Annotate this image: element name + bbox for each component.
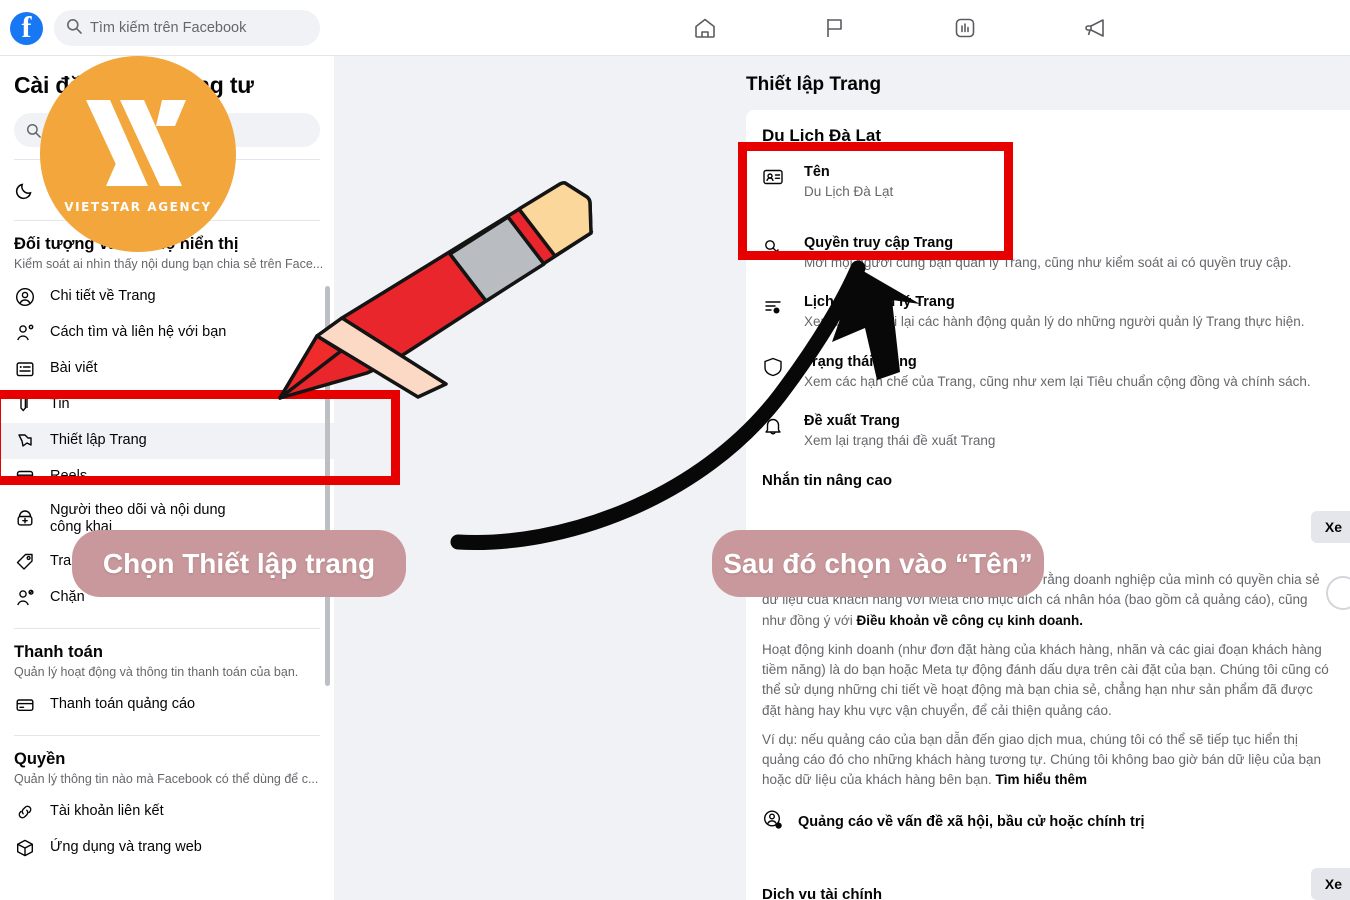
sidebar-item-label: Thanh toán quảng cáo (50, 696, 196, 713)
sidebar-item-label: Bài viết (50, 360, 98, 377)
settings-item-trang-thai-trang[interactable]: Trạng thái Trang Xem các hạn chế của Tra… (762, 354, 1334, 391)
learn-more-link[interactable]: Tìm hiểu thêm (995, 772, 1087, 787)
settings-item-title: Trạng thái Trang (804, 353, 917, 370)
moon-icon (14, 179, 36, 201)
settings-item-lich-su-quan-ly[interactable]: Lịch sử quản lý Trang Xem lịch sử ghi lạ… (762, 294, 1334, 331)
terms-link[interactable]: Điều khoản về công cụ kinh doanh. (856, 613, 1083, 628)
page-title: Thiết lập Trang (746, 74, 882, 95)
sidebar-item-label: Ứng dụng và trang web (50, 839, 202, 856)
sidebar-item-tai-khoan-lien-ket[interactable]: Tài khoản liên kết (0, 794, 334, 830)
sidebar-section-heading: Quyền (14, 749, 66, 768)
sidebar-section-subtext: Kiểm soát ai nhìn thấy nội dung bạn chia… (14, 257, 324, 271)
settings-item-title: Đề xuất Trang (804, 412, 900, 429)
callout-left: Chọn Thiết lập trang (72, 530, 406, 597)
vietstar-logo-icon (86, 100, 186, 186)
divider (14, 734, 320, 736)
search-input[interactable]: Tìm kiếm trên Facebook (54, 10, 320, 46)
tag-icon (14, 551, 36, 573)
watermark-text: VIETSTAR AGENCY (64, 200, 212, 214)
search-icon (66, 18, 82, 39)
sidebar-item-label: Chặn (50, 589, 85, 606)
search-placeholder-text: Tìm kiếm trên Facebook (90, 20, 247, 36)
top-navigation-bar: f Tìm kiếm trên Facebook (0, 0, 1350, 56)
credit-card-icon (14, 694, 36, 716)
settings-item-title: Lịch sử quản lý Trang (804, 294, 955, 311)
sidebar-scrollbar[interactable] (325, 286, 330, 686)
highlight-box-sidebar (0, 390, 400, 485)
sidebar-item-ung-dung-trang-web[interactable]: Ứng dụng và trang web (0, 830, 334, 866)
megaphone-icon[interactable] (1030, 0, 1160, 55)
settings-item-desc: Xem các hạn chế của Trang, cũng như xem … (804, 373, 1311, 389)
paragraph-2: Hoạt động kinh doanh (như đơn đặt hàng c… (762, 641, 1329, 718)
social-ads-row[interactable]: Quảng cáo về vấn đề xã hội, bầu cử hoặc … (762, 809, 1334, 836)
sidebar-item-label: Chi tiết về Trang (50, 288, 156, 305)
financial-services-heading: Dịch vụ tài chính (762, 885, 883, 900)
social-ads-label: Quảng cáo về vấn đề xã hội, bầu cử hoặc … (798, 814, 1145, 831)
advanced-messaging-heading: Nhắn tin nâng cao (762, 472, 893, 490)
sidebar-section-heading: Thanh toán (14, 642, 103, 661)
view-button-bottom[interactable]: Xe (1310, 868, 1350, 900)
watermark-logo: VIETSTAR AGENCY (40, 56, 236, 252)
chart-icon[interactable] (900, 0, 1030, 55)
sidebar-item-chi-tiet-ve-trang[interactable]: Chi tiết về Trang (0, 279, 334, 315)
search-icon (26, 123, 41, 138)
sidebar-section-subtext: Quản lý hoạt động và thông tin thanh toá… (14, 664, 299, 679)
sidebar-item-thanh-toan-quang-cao[interactable]: Thanh toán quảng cáo (0, 687, 334, 723)
sidebar-item-label: Cách tìm và liên hệ với bạn (50, 324, 227, 341)
divider (14, 627, 320, 629)
highlight-box-name-field (738, 142, 1013, 260)
person-block-icon (14, 587, 36, 609)
person-search-icon (14, 322, 36, 344)
top-nav-icon-group (640, 0, 1160, 55)
screenshot-root: f Tìm kiếm trên Facebook Cài tư Đối tượn… (0, 0, 1350, 900)
post-icon (14, 358, 36, 380)
shield-icon (762, 354, 788, 391)
sidebar-item-bai-viet[interactable]: Bài viết (0, 351, 334, 387)
user-circle-icon (14, 286, 36, 308)
settings-history-icon (762, 294, 788, 331)
sidebar-section-subtext: Quản lý thông tin nào mà Facebook có thể… (14, 771, 319, 786)
view-button-top[interactable]: Xe (1310, 511, 1350, 543)
follower-add-icon (14, 508, 36, 530)
facebook-logo-icon[interactable]: f (10, 12, 43, 45)
flag-icon[interactable] (770, 0, 900, 55)
box-icon (14, 837, 36, 859)
home-icon[interactable] (640, 0, 770, 55)
settings-item-desc: Xem lại trạng thái đề xuất Trang (804, 432, 996, 448)
settings-item-de-xuat-trang[interactable]: Đề xuất Trang Xem lại trạng thái đề xuất… (762, 413, 1334, 450)
sidebar-item-label: Tài khoản liên kết (50, 803, 164, 820)
bell-icon (762, 413, 788, 450)
paragraph-3: Ví dụ: nếu quảng cáo của bạn dẫn đến gia… (762, 730, 1334, 791)
link-icon (14, 801, 36, 823)
settings-item-desc: Xem lịch sử ghi lại các hành động quản l… (804, 314, 1305, 330)
social-ads-icon (762, 809, 784, 836)
sidebar-item-cach-tim-lien-he[interactable]: Cách tìm và liên hệ với bạn (0, 315, 334, 351)
callout-right: Sau đó chọn vào “Tên” (712, 530, 1044, 597)
